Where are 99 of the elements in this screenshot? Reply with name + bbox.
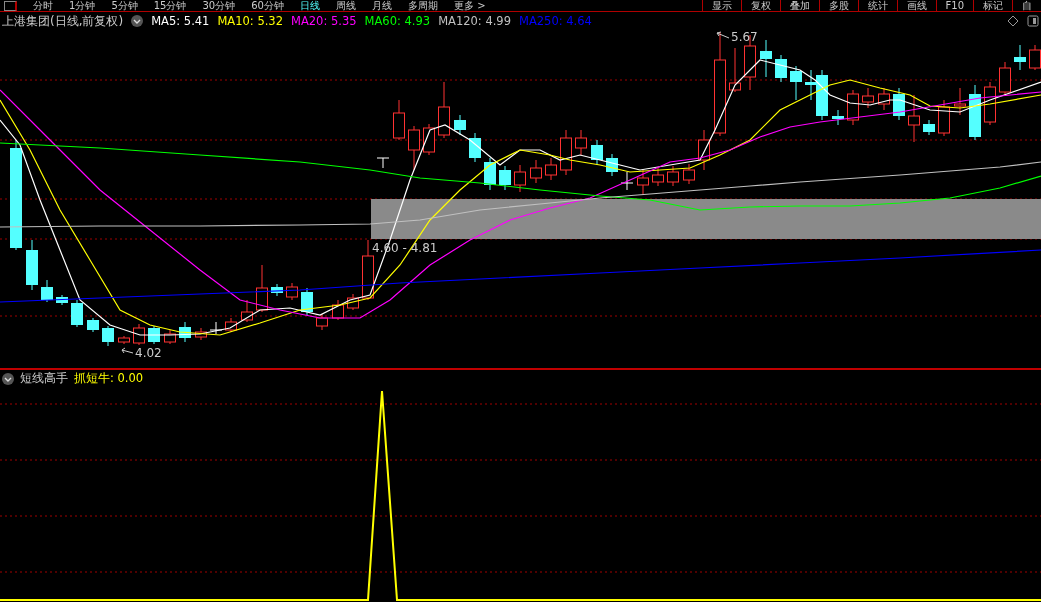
candlestick bbox=[71, 299, 83, 328]
candlestick bbox=[56, 294, 68, 306]
candlestick bbox=[347, 293, 359, 311]
chevron-down-icon[interactable] bbox=[2, 372, 14, 385]
candlestick bbox=[316, 313, 328, 331]
toolbar-button[interactable]: 复权 bbox=[740, 0, 780, 11]
indicator-title: 短线高手 bbox=[20, 370, 68, 387]
candlestick bbox=[620, 171, 634, 191]
period-tab[interactable]: 分时 bbox=[25, 0, 61, 11]
candlestick bbox=[591, 139, 603, 166]
indicator-value: MA60: 4.93 bbox=[364, 14, 431, 28]
candlestick bbox=[393, 99, 405, 141]
candlestick bbox=[118, 335, 130, 345]
indicator-value: MA10: 5.32 bbox=[217, 14, 283, 28]
candlestick bbox=[209, 321, 223, 335]
candlestick bbox=[606, 153, 618, 177]
candlestick bbox=[862, 87, 874, 109]
candlestick bbox=[87, 317, 99, 333]
candlestick bbox=[560, 129, 572, 176]
toolbar-button[interactable]: 自 bbox=[1012, 0, 1041, 11]
toolbar-button[interactable]: 多股 bbox=[818, 0, 858, 11]
candlestick bbox=[41, 279, 53, 303]
candlestick bbox=[923, 119, 935, 136]
candlestick bbox=[652, 167, 664, 187]
panel-toggle-icon[interactable] bbox=[1027, 15, 1039, 27]
candlestick bbox=[878, 87, 890, 111]
candlestick bbox=[893, 87, 905, 121]
indicator-value: MA5: 5.41 bbox=[151, 14, 210, 28]
low-price-label: 4.02 bbox=[135, 346, 162, 360]
toolbar-button[interactable]: 统计 bbox=[857, 0, 897, 11]
candlestick bbox=[195, 327, 207, 341]
candlestick bbox=[832, 109, 844, 126]
toolbar-button[interactable]: 标记 bbox=[973, 0, 1012, 11]
candlestick bbox=[984, 81, 996, 126]
toolbar-button[interactable]: 画线 bbox=[896, 0, 936, 11]
candlestick bbox=[637, 169, 649, 196]
candlestick bbox=[438, 81, 450, 139]
indicator-value: MA20: 5.35 bbox=[291, 14, 357, 28]
candlestick bbox=[408, 125, 420, 171]
candlestick bbox=[362, 239, 374, 301]
period-tab[interactable]: 1分钟 bbox=[61, 0, 104, 11]
candlestick bbox=[133, 323, 145, 346]
candlestick bbox=[760, 39, 772, 78]
toolbar-button[interactable]: F10 bbox=[935, 0, 973, 11]
candlestick bbox=[499, 165, 511, 191]
candlestick bbox=[102, 325, 114, 347]
candlestick bbox=[575, 129, 587, 156]
candlestick bbox=[698, 129, 710, 171]
period-tab[interactable]: 日线 bbox=[291, 0, 328, 11]
period-tab[interactable]: 更多 > bbox=[445, 0, 494, 11]
window-icon[interactable] bbox=[4, 1, 17, 11]
period-tab[interactable]: 周线 bbox=[327, 0, 364, 11]
candlestick bbox=[667, 165, 679, 187]
candlestick bbox=[454, 114, 466, 136]
candlestick bbox=[241, 299, 253, 323]
toolbar-button[interactable]: 显示 bbox=[701, 0, 741, 11]
high-price-label: 5.67 bbox=[731, 30, 758, 44]
candlestick bbox=[332, 299, 344, 321]
candlestick bbox=[847, 89, 859, 126]
period-tab[interactable]: 30分钟 bbox=[194, 0, 244, 11]
candlestick bbox=[286, 282, 298, 301]
candlestick bbox=[225, 317, 237, 333]
candlestick bbox=[256, 264, 268, 313]
candlestick bbox=[484, 157, 496, 191]
chart-title: 上港集团(日线,前复权) bbox=[2, 12, 124, 30]
candlestick bbox=[376, 157, 390, 169]
candlestick bbox=[164, 329, 176, 345]
candlestick bbox=[683, 163, 695, 185]
indicator-value: MA250: 4.64 bbox=[519, 14, 592, 28]
candlestick bbox=[514, 164, 526, 193]
candlestick bbox=[969, 84, 981, 141]
period-tab[interactable]: 月线 bbox=[363, 0, 400, 11]
candlestick bbox=[469, 132, 481, 163]
period-tab[interactable]: 5分钟 bbox=[103, 0, 146, 11]
period-tab[interactable]: 15分钟 bbox=[145, 0, 195, 11]
indicator-value: MA120: 4.99 bbox=[438, 14, 511, 28]
candlestick bbox=[423, 123, 435, 156]
candlestick bbox=[271, 283, 283, 297]
arrow-icon bbox=[121, 347, 134, 354]
diamond-icon[interactable] bbox=[1007, 15, 1019, 27]
candlestick bbox=[179, 321, 191, 343]
candlestick bbox=[938, 99, 950, 137]
candlestick bbox=[999, 61, 1011, 96]
candlestick bbox=[530, 159, 542, 184]
arrow-icon bbox=[716, 31, 730, 39]
candlestick bbox=[26, 239, 38, 291]
chevron-down-icon[interactable] bbox=[131, 15, 144, 27]
period-tab[interactable]: 60分钟 bbox=[243, 0, 292, 11]
candlestick bbox=[954, 87, 966, 116]
candlestick bbox=[301, 287, 313, 316]
candlestick bbox=[908, 94, 920, 143]
indicator-value: 抓短牛: 0.00 bbox=[74, 371, 144, 386]
candlestick bbox=[775, 54, 787, 83]
period-tab[interactable]: 多周期 bbox=[399, 0, 446, 11]
candlestick bbox=[545, 157, 557, 181]
candlestick bbox=[729, 47, 741, 93]
candlestick bbox=[790, 65, 802, 101]
toolbar-button[interactable]: 叠加 bbox=[779, 0, 819, 11]
candlestick bbox=[1014, 44, 1026, 71]
